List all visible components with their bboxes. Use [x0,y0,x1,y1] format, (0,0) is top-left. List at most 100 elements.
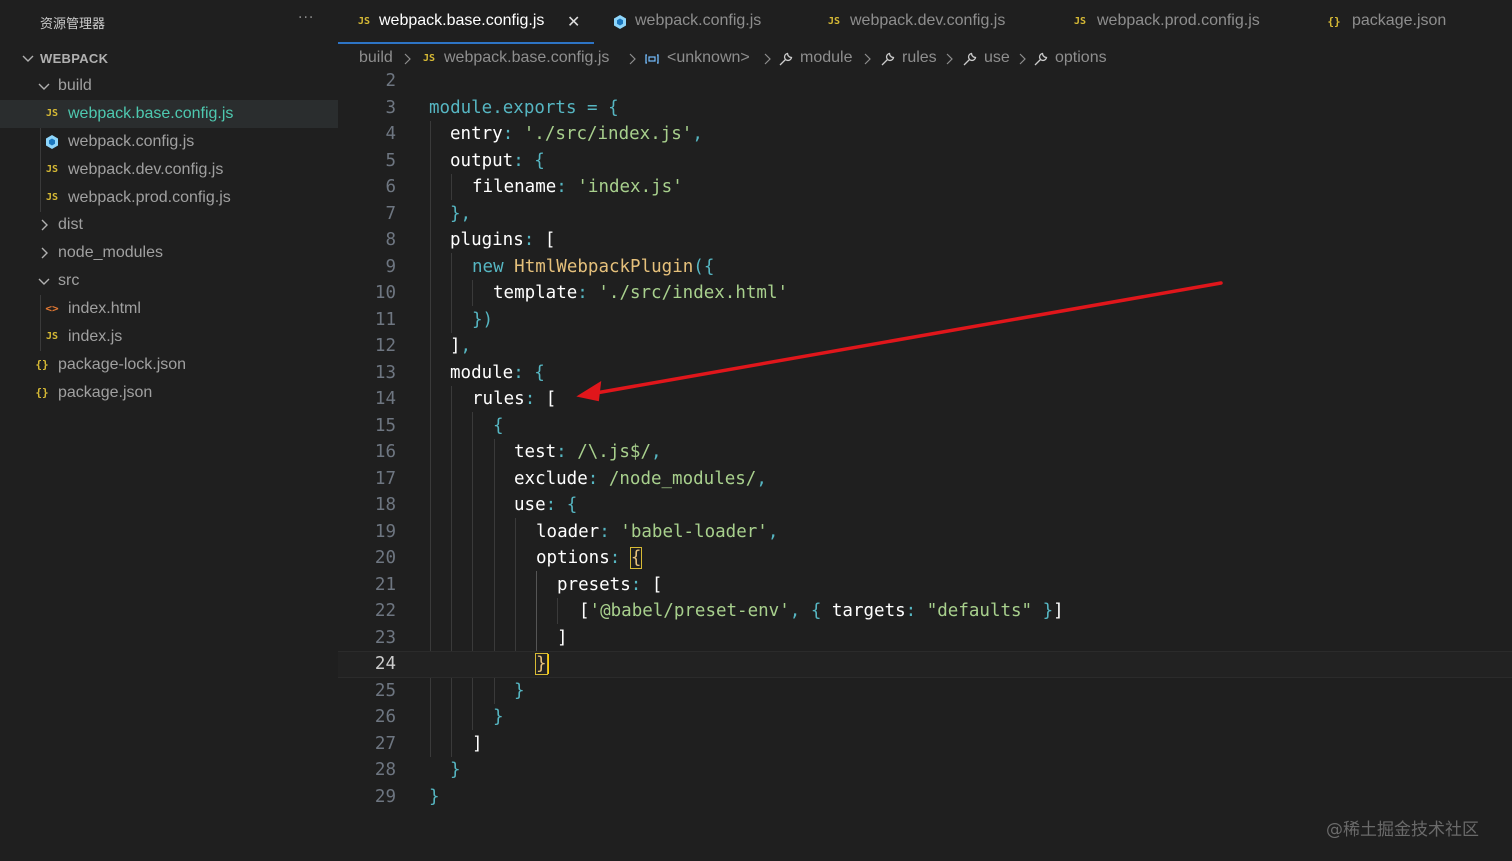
code-text: ] [557,627,568,648]
code-text: } [450,760,461,780]
code-line: 14 rules: [ [338,386,1512,413]
line-number: 2 [385,71,396,91]
tree-file-webpack-dev-config[interactable]: JS webpack.dev.config.js [0,156,338,184]
code-line: 6 filename: 'index.js' [338,174,1512,201]
line-number: 7 [385,203,396,224]
line-number: 19 [374,521,396,542]
chevron-right-icon [41,247,48,259]
breadcrumb-item[interactable]: build [359,49,393,67]
tree-item-label: build [58,77,92,94]
tree-file-webpack-base-config[interactable]: JS webpack.base.config.js [0,100,338,128]
tree-folder-src[interactable]: src [0,267,338,295]
tab-webpack-prod-config[interactable]: JS webpack.prod.config.js [1062,0,1302,44]
tree-folder-dist[interactable]: dist [0,211,338,239]
tree-item-label: webpack.dev.config.js [68,161,224,178]
line-number: 25 [374,680,396,701]
breadcrumb-item[interactable]: webpack.base.config.js [444,49,609,67]
tree-folder-node-modules[interactable]: node_modules [0,239,338,267]
breadcrumb-item[interactable]: options [1055,49,1107,67]
code-text: } [514,680,525,701]
webpack-icon [614,15,626,29]
wrench-icon [779,52,793,66]
workspace-root[interactable]: WEBPACK [0,44,338,72]
line-number: 14 [374,389,396,409]
line-number: 13 [374,362,396,383]
line-number: 18 [374,495,396,515]
js-file-icon: JS [45,192,59,203]
code-line: 2 [338,68,1512,95]
chevron-down-icon [38,278,50,285]
breadcrumb-item[interactable]: rules [902,49,937,67]
editor-tab-bar: JS webpack.base.config.js ✕ webpack.conf… [338,0,1512,44]
code-line: 26} [338,704,1512,731]
line-number: 24 [374,654,396,674]
tree-file-webpack-config[interactable]: webpack.config.js [0,128,338,156]
breadcrumb-item[interactable]: use [984,49,1010,67]
chevron-right-icon [629,53,636,65]
explorer-title: 资源管理器 [40,17,106,32]
json-file-icon: {} [35,386,49,399]
tree-file-package-lock-json[interactable]: {} package-lock.json [0,351,338,379]
js-file-icon: JS [827,16,841,27]
chevron-right-icon [864,53,871,65]
code-line: 7}, [338,201,1512,228]
breadcrumb-item[interactable]: module [800,49,852,67]
code-line: 4 entry: './src/index.js', [338,121,1512,148]
line-number: 16 [374,442,396,462]
close-icon[interactable]: ✕ [567,12,580,32]
chevron-right-icon [764,53,771,65]
tree-folder-build[interactable]: build [0,72,338,100]
chevron-right-icon [404,53,411,65]
code-text: }, [450,203,472,224]
code-line: 21 presets: [ [338,572,1512,599]
tab-webpack-base-config[interactable]: JS webpack.base.config.js ✕ [338,0,594,44]
tree-file-webpack-prod-config[interactable]: JS webpack.prod.config.js [0,184,338,212]
tree-item-label: webpack.config.js [68,133,195,150]
line-number: 10 [374,283,396,303]
more-actions-icon[interactable]: ··· [298,10,314,26]
js-file-icon: JS [357,16,371,27]
tree-file-index-js[interactable]: JS index.js [0,323,338,351]
tab-webpack-config[interactable]: webpack.config.js [600,0,804,44]
line-number: 27 [374,733,396,754]
watermark: @稀土掘金技术社区 [1326,820,1479,840]
code-line: 8 plugins: [ [338,227,1512,254]
code-text: test: /\.js$/, [514,442,662,462]
tab-label: package.json [1352,12,1447,29]
code-text: new HtmlWebpackPlugin({ [472,256,715,277]
code-line: 27] [338,731,1512,758]
breadcrumb-item[interactable]: <unknown> [667,49,750,67]
wrench-icon [1034,52,1048,66]
tab-package-json[interactable]: {} package.json [1316,0,1506,44]
code-editor[interactable]: 2 3 module.exports = { 4 entry: './src/ind… [338,68,1512,861]
js-file-icon: JS [45,164,59,175]
code-line: 10 template: './src/index.html' [338,280,1512,307]
js-file-icon: JS [1073,16,1087,27]
tree-item-label: package.json [58,384,153,401]
chevron-down-icon [22,55,34,62]
code-text: rules: [ [472,389,557,409]
code-text: template: './src/index.html' [493,283,789,303]
code-text: } [429,786,440,807]
code-text: }) [472,309,494,330]
code-text: ['@babel/preset-env', { targets: "defaul… [579,601,1064,621]
code-text: loader: 'babel-loader', [536,521,779,542]
code-line: 18 use: { [338,492,1512,519]
code-line: 11}) [338,307,1512,334]
json-file-icon: {} [1327,15,1341,28]
code-text: module: { [450,362,545,383]
code-text: options: { [536,547,643,569]
webpack-icon [46,135,58,149]
tree-file-index-html[interactable]: <> index.html [0,295,338,323]
code-line: 28} [338,757,1512,784]
line-number: 5 [385,150,396,171]
line-number: 17 [374,468,396,489]
variable-icon [645,54,659,64]
code-line: 19 loader: 'babel-loader', [338,519,1512,546]
line-number: 15 [374,415,396,436]
code-line: 13 module: { [338,360,1512,387]
tree-file-package-json[interactable]: {} package.json [0,379,338,407]
line-number: 23 [374,627,396,648]
code-line: 12], [338,333,1512,360]
tab-webpack-dev-config[interactable]: JS webpack.dev.config.js [816,0,1052,44]
